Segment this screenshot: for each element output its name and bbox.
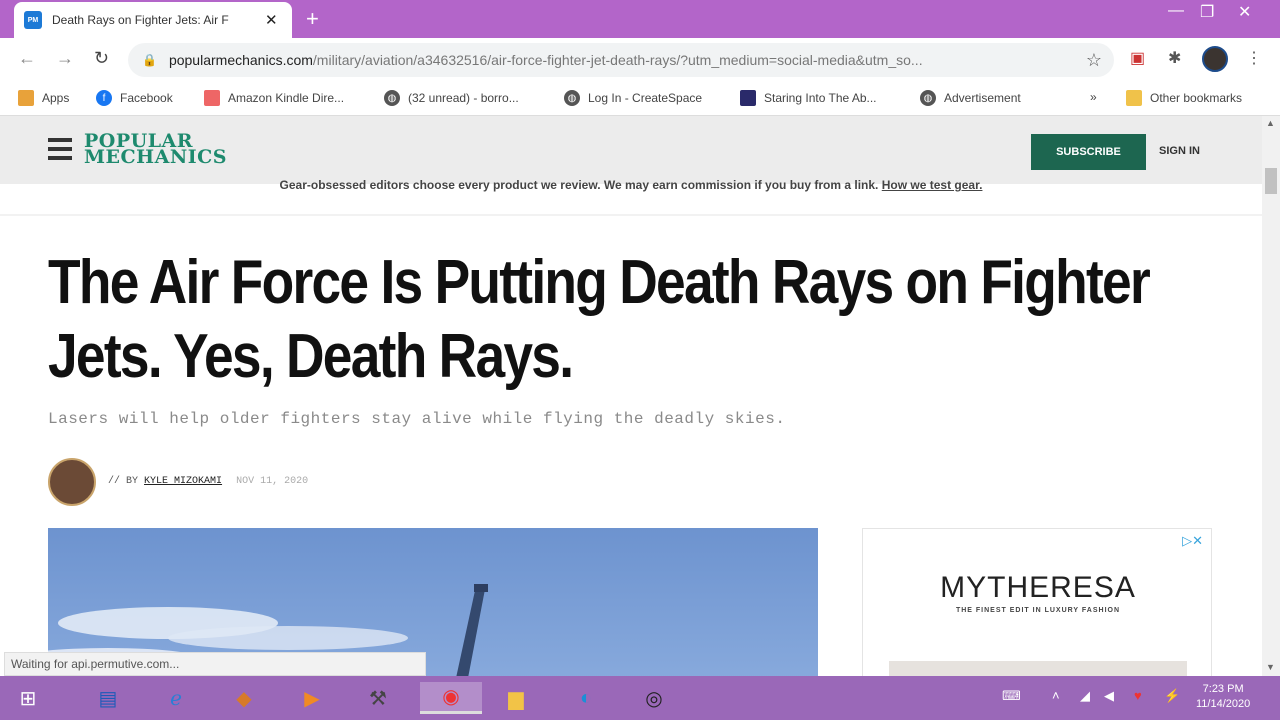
site-header: POPULAR MECHANICS SUBSCRIBE SIGN IN [0, 116, 1262, 184]
kindle-icon [204, 90, 220, 106]
article-headline: The Air Force Is Putting Death Rays on F… [48, 248, 1151, 391]
url-text: popularmechanics.com/military/aviation/a… [169, 52, 1069, 68]
bookmark-label: Advertisement [944, 91, 1021, 105]
edge-browser-icon[interactable]: ◐ [570, 682, 602, 714]
author-avatar[interactable] [48, 458, 96, 506]
logo-line-2: MECHANICS [84, 146, 227, 168]
ad-image [889, 661, 1187, 676]
affiliate-disclaimer: Gear-obsessed editors choose every produ… [0, 178, 1262, 192]
how-we-test-gear-link[interactable]: How we test gear. [882, 178, 983, 192]
bookmark-label: Amazon Kindle Dire... [228, 91, 345, 105]
network-icon[interactable]: ◢ [1080, 688, 1090, 704]
restore-window-button[interactable]: ❐ [1200, 2, 1214, 22]
bookmark-advertisement[interactable]: ◍ Advertisement [920, 90, 1021, 106]
extensions-puzzle-icon[interactable]: ✱ [1168, 48, 1181, 68]
reload-button[interactable]: ↻ [94, 48, 109, 69]
disclaimer-text: Gear-obsessed editors choose every produ… [279, 178, 879, 192]
browser-toolbar: ← → ↻ 🔒 popularmechanics.com/military/av… [0, 38, 1280, 82]
browser-tab-active[interactable]: PM Death Rays on Fighter Jets: Air F ✕ [14, 2, 292, 38]
app-icon[interactable]: ◆ [228, 682, 260, 714]
system-clock[interactable]: 7:23 PM 11/14/2020 [1196, 682, 1250, 712]
windows-start-icon[interactable]: ⊞ [12, 682, 44, 714]
popular-mechanics-logo[interactable]: POPULAR MECHANICS [84, 132, 227, 168]
scroll-down-icon[interactable]: ▼ [1266, 662, 1275, 672]
profile-avatar[interactable] [1202, 46, 1228, 72]
bookmark-facebook[interactable]: f Facebook [96, 90, 173, 106]
tab-title: Death Rays on Fighter Jets: Air F [52, 13, 229, 27]
bookmark-label: Apps [42, 91, 70, 105]
new-tab-button[interactable]: + [306, 6, 319, 32]
bookmark-unread[interactable]: ◍ (32 unread) - borro... [384, 90, 519, 106]
media-player-icon[interactable]: ▶ [296, 682, 328, 714]
globe-icon: ◍ [384, 90, 400, 106]
scrollbar-thumb[interactable] [1265, 168, 1277, 194]
article-dek: Lasers will help older fighters stay ali… [48, 410, 786, 428]
byline-prefix: // BY [108, 476, 139, 487]
close-window-button[interactable]: ✕ [1238, 2, 1251, 22]
tool-icon[interactable]: ⚒ [362, 682, 394, 714]
back-button[interactable]: ← [18, 48, 36, 69]
adchoices-icon[interactable]: ▷✕ [1182, 533, 1203, 549]
bookmark-label: » [1090, 90, 1097, 104]
bookmark-apps[interactable]: Apps [18, 90, 69, 106]
bookmark-star-icon[interactable]: ☆ [1086, 50, 1102, 71]
file-explorer-icon[interactable]: ▆ [500, 682, 532, 714]
forward-button[interactable]: → [56, 48, 74, 69]
hamburger-menu-icon[interactable] [48, 138, 72, 160]
bookmarks-overflow-button[interactable]: » [1090, 90, 1097, 104]
bookmark-label: (32 unread) - borro... [408, 91, 519, 105]
bookmark-label: Staring Into The Ab... [764, 91, 877, 105]
minimize-window-button[interactable]: — [1168, 2, 1184, 20]
keyboard-icon[interactable]: ⌨ [1002, 688, 1021, 704]
windows-taskbar: ⊞ ▤ ℯ ◆ ▶ ⚒ ◉ ▆ ◐ ◎ ⌨ ˄ ◢ ◀ ♥ ⚡ 7:23 PM … [0, 676, 1280, 720]
scroll-up-icon[interactable]: ▲ [1266, 118, 1275, 128]
url-path: /military/aviation/a34632516/air-force-f… [312, 52, 923, 68]
apps-grid-icon [18, 90, 34, 106]
ad-tagline: THE FINEST EDIT IN LUXURY FASHION [955, 607, 1121, 614]
bookmark-label: Log In - CreateSpace [588, 91, 703, 105]
browser-status-bar: Waiting for api.permutive.com... [4, 652, 426, 676]
url-domain: popularmechanics.com [168, 52, 313, 68]
menu-kebab-icon[interactable]: ⋮ [1246, 48, 1262, 68]
folder-icon [1126, 90, 1142, 106]
chrome-taskbar-icon[interactable]: ◉ [420, 682, 482, 714]
lock-icon[interactable]: 🔒 [142, 53, 157, 67]
divider [0, 214, 1262, 216]
power-icon[interactable]: ⚡ [1164, 688, 1180, 704]
internet-explorer-icon[interactable]: ℯ [160, 682, 192, 714]
popular-mechanics-favicon-icon: PM [24, 11, 42, 29]
bookmark-other-bookmarks[interactable]: Other bookmarks [1126, 90, 1242, 106]
word-app-icon[interactable]: ▤ [92, 682, 124, 714]
article-byline: // BY KYLE MIZOKAMI NOV 11, 2020 [108, 476, 308, 487]
close-tab-icon[interactable]: ✕ [265, 11, 278, 29]
tray-chevron-icon[interactable]: ˄ [1052, 688, 1060, 703]
bookmarks-bar: Apps f Facebook Amazon Kindle Dire... ◍ … [0, 82, 1280, 116]
sign-in-link[interactable]: SIGN IN [1159, 145, 1200, 157]
page-scrollbar[interactable]: ▲ ▼ [1262, 116, 1280, 676]
extension-icon[interactable]: ▣ [1130, 48, 1145, 68]
address-bar[interactable]: 🔒 popularmechanics.com/military/aviation… [128, 43, 1114, 77]
publish-date: NOV 11, 2020 [236, 476, 309, 487]
browser-titlebar: PM Death Rays on Fighter Jets: Air F ✕ +… [0, 0, 1280, 38]
bookmark-staring-into[interactable]: Staring Into The Ab... [740, 90, 877, 106]
ad-brand: MYTHERESA [940, 571, 1136, 604]
globe-icon: ◍ [564, 90, 580, 106]
bookmark-createspace[interactable]: ◍ Log In - CreateSpace [564, 90, 702, 106]
volume-icon[interactable]: ◀ [1104, 688, 1114, 704]
web-page: POPULAR MECHANICS SUBSCRIBE SIGN IN Gear… [0, 116, 1262, 676]
obs-studio-icon[interactable]: ◎ [638, 682, 670, 714]
advertisement[interactable]: ▷✕ MYTHERESA THE FINEST EDIT IN LUXURY F… [862, 528, 1212, 676]
globe-icon: ◍ [920, 90, 936, 106]
clock-date: 11/14/2020 [1196, 698, 1251, 710]
clock-time: 7:23 PM [1202, 683, 1244, 695]
blog-icon [740, 90, 756, 106]
bookmark-label: Facebook [120, 91, 173, 105]
bookmark-label: Other bookmarks [1150, 91, 1243, 105]
author-link[interactable]: KYLE MIZOKAMI [144, 476, 222, 487]
subscribe-button[interactable]: SUBSCRIBE [1031, 134, 1146, 170]
bookmark-kindle[interactable]: Amazon Kindle Dire... [204, 90, 344, 106]
facebook-icon: f [96, 90, 112, 106]
notification-app-icon[interactable]: ♥ [1134, 688, 1142, 703]
